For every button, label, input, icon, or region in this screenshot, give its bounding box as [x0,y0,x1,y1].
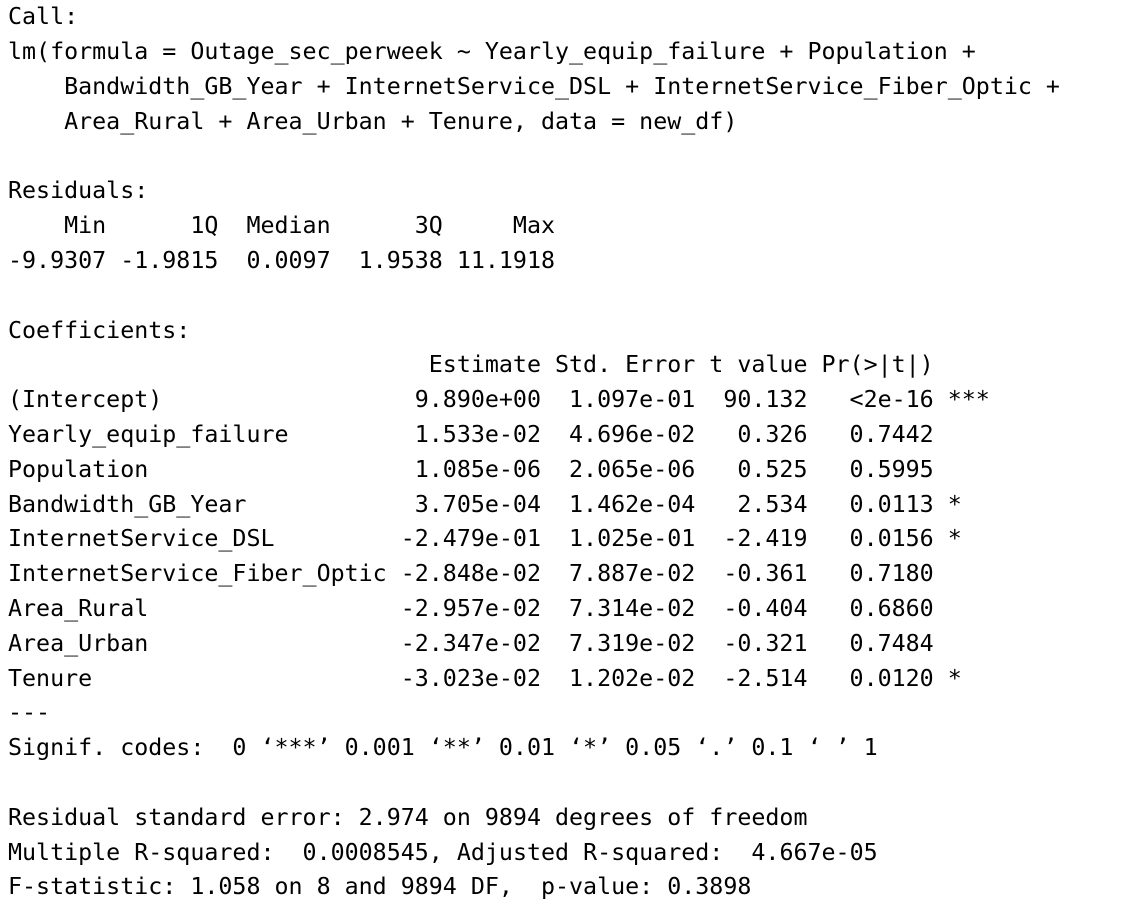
coefficient-row-yearly-equip-failure: Yearly_equip_failure 1.533e-02 4.696e-02… [8,421,990,448]
coefficient-row-area-urban: Area_Urban -2.347e-02 7.319e-02 -0.321 0… [8,630,990,657]
coefficient-row-population: Population 1.085e-06 2.065e-06 0.525 0.5… [8,456,990,483]
coefficient-row-intercept: (Intercept) 9.890e+00 1.097e-01 90.132 <… [8,386,990,413]
coefficients-column-headers: Estimate Std. Error t value Pr(>|t|) [8,351,990,378]
call-formula-line: lm(formula = Outage_sec_perweek ~ Yearly… [8,38,976,65]
signif-codes: Signif. codes: 0 ‘***’ 0.001 ‘**’ 0.01 ‘… [8,734,878,761]
r-squared: Multiple R-squared: 0.0008545, Adjusted … [8,839,892,866]
coefficient-row-bandwidth: Bandwidth_GB_Year 3.705e-04 1.462e-04 2.… [8,491,990,518]
f-statistic: F-statistic: 1.058 on 8 and 9894 DF, p-v… [8,873,752,900]
residuals-header: Residuals: [8,177,149,204]
call-formula-line: Bandwidth_GB_Year + InternetService_DSL … [8,73,1060,100]
residual-standard-error: Residual standard error: 2.974 on 9894 d… [8,804,808,831]
coefficient-row-area-rural: Area_Rural -2.957e-02 7.314e-02 -0.404 0… [8,595,990,622]
separator-line: --- [8,699,51,726]
residuals-column-headers: Min 1Q Median 3Q Max [8,212,570,239]
call-header: Call: [8,3,79,30]
coefficient-row-tenure: Tenure -3.023e-02 1.202e-02 -2.514 0.012… [8,665,990,692]
coefficient-row-internetservice-dsl: InternetService_DSL -2.479e-01 1.025e-01… [8,525,990,552]
residuals-values: -9.9307 -1.9815 0.0097 1.9538 11.1918 [8,247,570,274]
coefficients-header: Coefficients: [8,317,191,344]
coefficient-row-internetservice-fiber: InternetService_Fiber_Optic -2.848e-02 7… [8,560,990,587]
r-console-output: Call: lm(formula = Outage_sec_perweek ~ … [0,0,1130,920]
call-formula-line: Area_Rural + Area_Urban + Tenure, data =… [8,108,738,135]
